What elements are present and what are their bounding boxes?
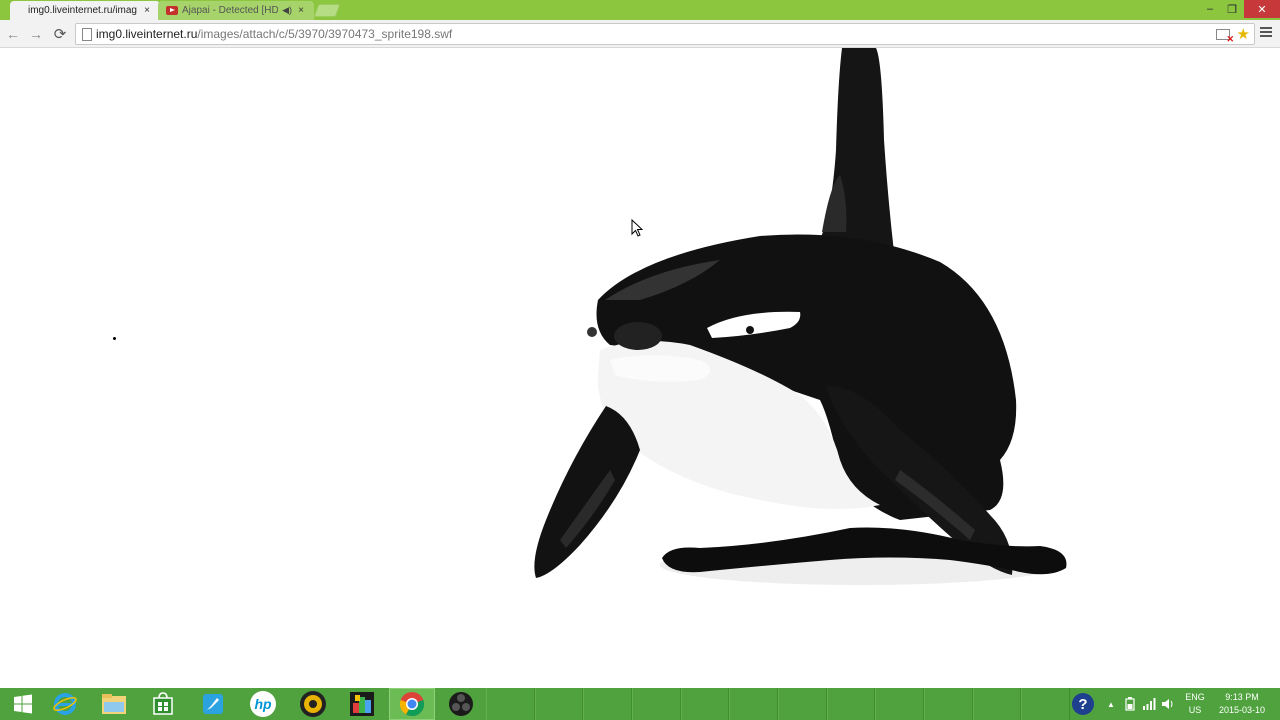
restore-button[interactable]: ❐ <box>1222 0 1242 18</box>
mouse-pointer-icon <box>631 219 643 237</box>
close-window-button[interactable]: ✕ <box>1244 0 1280 18</box>
minimize-button[interactable]: – <box>1200 0 1220 18</box>
browser-title-bar: img0.liveinternet.ru/imag × Ajapai - Det… <box>0 0 1280 20</box>
file-explorer-icon[interactable] <box>91 688 137 720</box>
chrome-icon[interactable] <box>389 688 435 720</box>
help-label: ? <box>1078 696 1087 713</box>
back-button[interactable]: ← <box>3 24 23 44</box>
photo-app-icon[interactable] <box>339 688 385 720</box>
tab-close-icon[interactable]: × <box>142 5 152 16</box>
taskbar: hp ? ▲ ENG US 9:13 PM 2015-03-10 <box>0 688 1280 720</box>
tab-youtube[interactable]: Ajapai - Detected [HD] ◀) × <box>158 1 314 20</box>
url-path: /images/attach/c/5/3970/3970473_sprite19… <box>197 27 453 41</box>
volume-icon[interactable] <box>1160 688 1176 720</box>
tab-close-icon[interactable]: × <box>296 5 306 16</box>
taskbar-empty-slots <box>486 688 1071 720</box>
clock-time: 9:13 PM <box>1225 692 1259 702</box>
hp-label: hp <box>254 696 272 712</box>
clock-date: 2015-03-10 <box>1218 705 1266 715</box>
page-content <box>0 48 1280 688</box>
help-icon[interactable]: ? <box>1070 688 1096 720</box>
battery-icon[interactable] <box>1122 688 1138 720</box>
tray-expand-icon[interactable]: ▲ <box>1105 688 1117 720</box>
language-region: US <box>1188 705 1202 715</box>
bookmark-star-icon[interactable]: ★ <box>1237 25 1250 43</box>
browser-toolbar: ← → ⟳ img0.liveinternet.ru/images/attach… <box>0 20 1280 48</box>
speaker-icon: ◀) <box>282 5 292 15</box>
url-text: img0.liveinternet.ru/images/attach/c/5/3… <box>96 27 452 41</box>
network-icon[interactable] <box>1141 688 1157 720</box>
stray-dot <box>113 337 116 340</box>
hp-icon[interactable]: hp <box>240 688 286 720</box>
media-player-icon[interactable] <box>290 688 336 720</box>
tab-active[interactable]: img0.liveinternet.ru/imag × <box>10 1 160 20</box>
youtube-icon <box>166 6 178 15</box>
chrome-menu-icon[interactable] <box>1260 27 1272 39</box>
new-tab-button[interactable] <box>313 4 341 17</box>
plugin-blocked-icon[interactable] <box>1216 29 1234 45</box>
orca-illustration[interactable] <box>0 48 1280 688</box>
windows-start-icon[interactable] <box>0 688 46 720</box>
obs-icon[interactable] <box>438 688 484 720</box>
url-host: img0.liveinternet.ru <box>96 27 198 41</box>
page-icon <box>82 28 92 41</box>
store-icon[interactable] <box>140 688 186 720</box>
language-code: ENG <box>1185 692 1205 702</box>
tab-title: img0.liveinternet.ru/imag <box>28 5 137 16</box>
rocket-icon[interactable] <box>190 688 236 720</box>
reload-button[interactable]: ⟳ <box>50 24 70 44</box>
clock[interactable]: 9:13 PM 2015-03-10 <box>1212 691 1272 717</box>
internet-explorer-icon[interactable] <box>42 688 88 720</box>
tab-title: Ajapai - Detected [HD] <box>182 5 279 16</box>
address-bar[interactable]: img0.liveinternet.ru/images/attach/c/5/3… <box>75 23 1255 45</box>
forward-button[interactable]: → <box>26 24 46 44</box>
language-indicator[interactable]: ENG US <box>1182 691 1208 717</box>
